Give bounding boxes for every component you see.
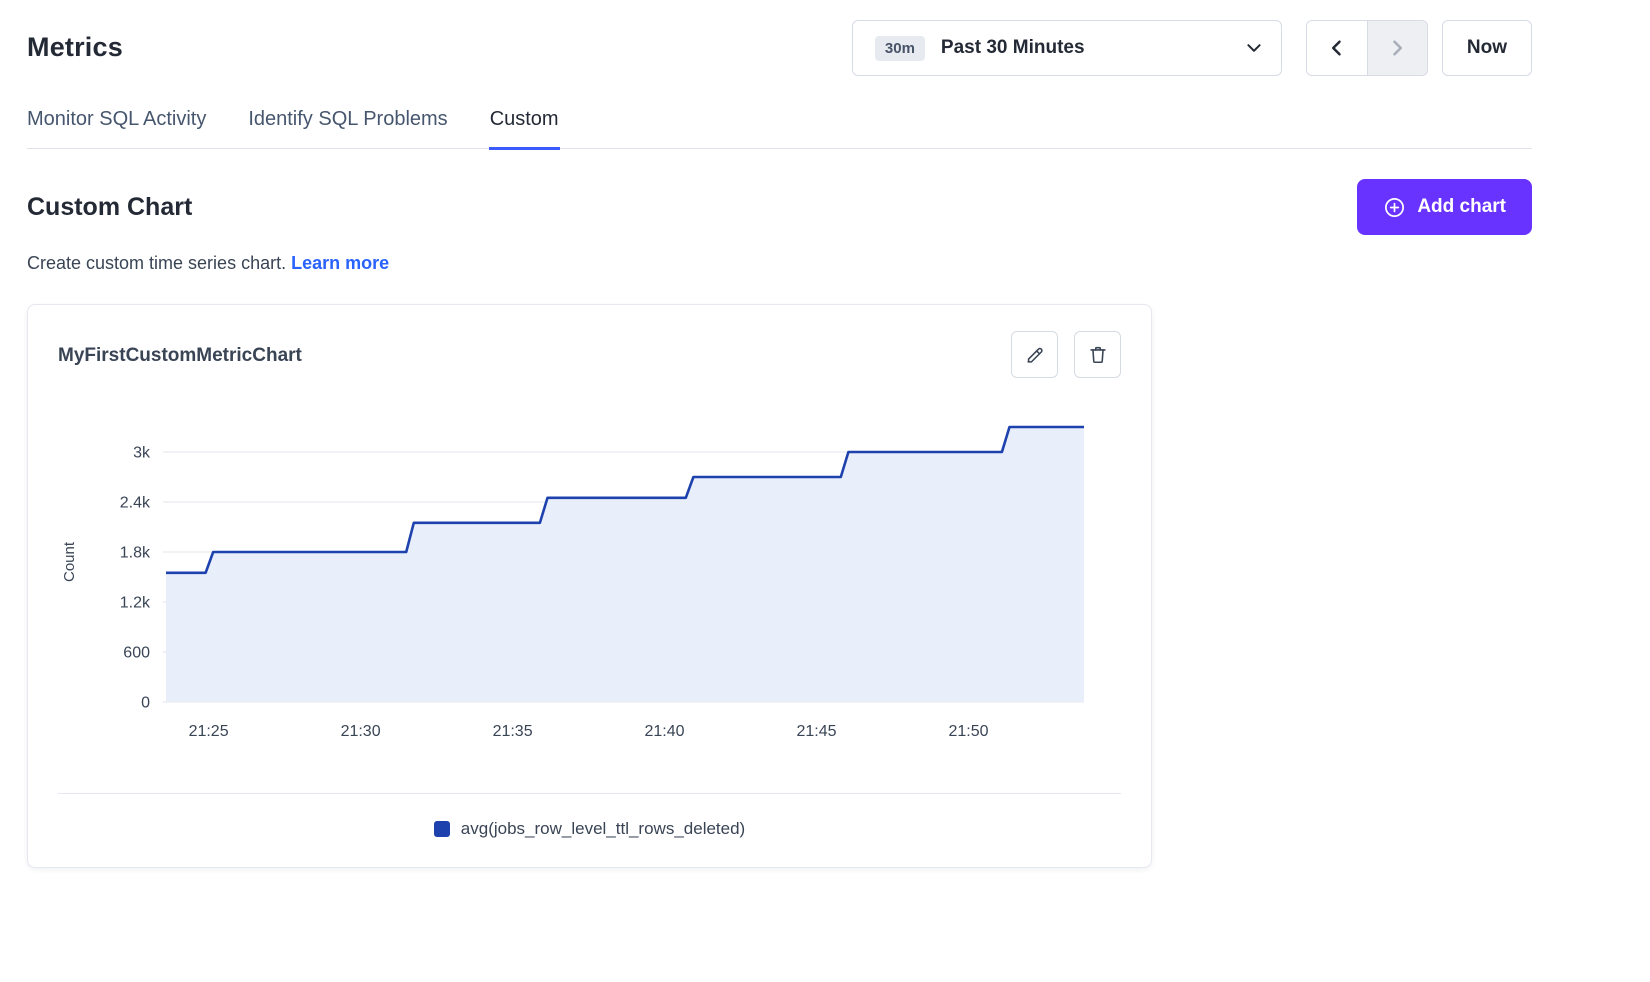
svg-text:1.2k: 1.2k	[120, 595, 151, 612]
chart-legend: avg(jobs_row_level_ttl_rows_deleted)	[58, 794, 1121, 867]
svg-text:21:30: 21:30	[341, 723, 381, 740]
svg-text:21:40: 21:40	[644, 723, 684, 740]
delete-chart-button[interactable]	[1074, 331, 1121, 378]
learn-more-link[interactable]: Learn more	[291, 253, 389, 273]
tab-monitor-sql-activity[interactable]: Monitor SQL Activity	[27, 108, 206, 148]
time-controls: 30m Past 30 Minutes Now	[852, 20, 1532, 76]
legend-swatch	[434, 821, 450, 837]
time-series-chart[interactable]: 0 600 1.2k 1.8k 2.4k 3k 21:25 21:30 21:35 21:40 21…	[58, 404, 1121, 761]
svg-text:2.4k: 2.4k	[120, 495, 151, 512]
time-pager	[1306, 20, 1428, 76]
tab-custom[interactable]: Custom	[490, 108, 559, 148]
pencil-icon	[1024, 344, 1046, 366]
svg-text:21:50: 21:50	[948, 723, 988, 740]
add-chart-button[interactable]: Add chart	[1357, 179, 1532, 235]
svg-text:Count: Count	[61, 541, 78, 582]
prev-time-button[interactable]	[1307, 21, 1367, 75]
top-bar: Metrics 30m Past 30 Minutes	[27, 20, 1532, 76]
svg-text:21:35: 21:35	[493, 723, 533, 740]
page-title: Metrics	[27, 20, 123, 63]
legend-label: avg(jobs_row_level_ttl_rows_deleted)	[461, 819, 745, 839]
chart-card-actions	[1011, 331, 1121, 378]
description-text: Create custom time series chart.	[27, 253, 286, 273]
tabs: Monitor SQL Activity Identify SQL Proble…	[27, 108, 1532, 149]
plus-circle-icon	[1383, 196, 1406, 219]
section-title: Custom Chart	[27, 193, 192, 222]
chart-title: MyFirstCustomMetricChart	[58, 331, 302, 367]
next-time-button[interactable]	[1367, 21, 1427, 75]
section-header: Custom Chart Add chart	[27, 179, 1532, 235]
now-button[interactable]: Now	[1442, 20, 1532, 76]
time-range-badge: 30m	[875, 36, 925, 61]
svg-text:3k: 3k	[133, 445, 151, 462]
chevron-left-icon	[1327, 38, 1347, 58]
custom-chart-card: MyFirstCustomMetricChart 0 600 1.2k 1.8k 2.4…	[27, 304, 1152, 868]
chevron-down-icon	[1245, 39, 1263, 57]
add-chart-label: Add chart	[1417, 196, 1506, 218]
tab-identify-sql-problems[interactable]: Identify SQL Problems	[248, 108, 447, 148]
svg-text:600: 600	[123, 645, 150, 662]
svg-text:1.8k: 1.8k	[120, 545, 151, 562]
time-range-label: Past 30 Minutes	[941, 37, 1229, 59]
section-description: Create custom time series chart.Learn mo…	[27, 253, 1532, 274]
svg-text:21:45: 21:45	[796, 723, 836, 740]
chevron-right-icon	[1387, 38, 1407, 58]
edit-chart-button[interactable]	[1011, 331, 1058, 378]
time-range-select[interactable]: 30m Past 30 Minutes	[852, 20, 1282, 76]
metrics-page: Metrics 30m Past 30 Minutes	[0, 0, 1650, 868]
svg-text:21:25: 21:25	[189, 723, 229, 740]
chart-card-header: MyFirstCustomMetricChart	[58, 331, 1121, 378]
svg-text:0: 0	[141, 695, 150, 712]
trash-icon	[1087, 344, 1109, 366]
